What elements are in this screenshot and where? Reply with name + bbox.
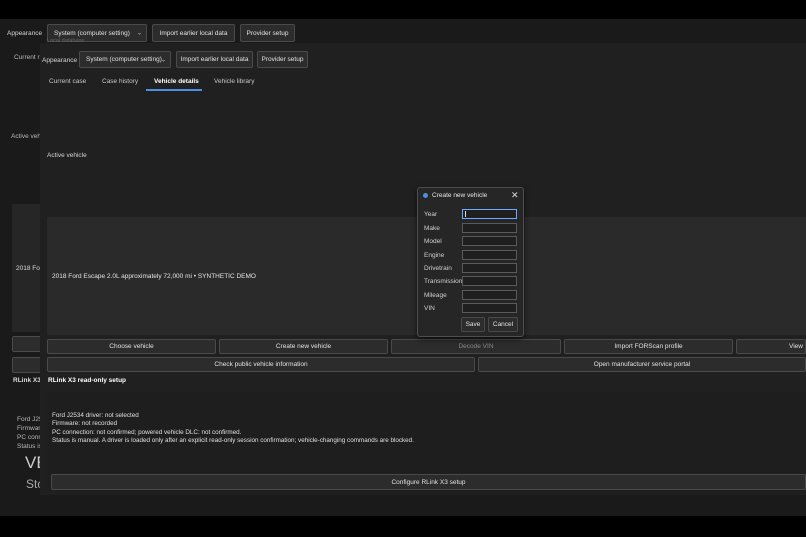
tab-current-case[interactable]: Current case (49, 78, 86, 85)
back-active-vehicle: Active vehi (11, 133, 43, 140)
save-button[interactable]: Save (461, 317, 485, 332)
field-label-transmission: Transmission (424, 278, 463, 285)
field-label-mileage: Mileage (424, 292, 447, 299)
rlink-driver-line: Ford J2534 driver: not selected (52, 412, 139, 419)
transmission-field[interactable] (462, 276, 517, 286)
tab-case-history[interactable]: Case history (102, 78, 138, 85)
year-field[interactable] (462, 209, 517, 219)
back-appearance-value: System (computer setting) (54, 29, 130, 37)
back-status-short: Status is (17, 443, 42, 450)
check-public-info-button[interactable]: Check public vehicle information (47, 357, 475, 372)
back-import-button[interactable]: Import earlier local data (152, 24, 235, 42)
choose-vehicle-button[interactable]: Choose vehicle (47, 339, 216, 354)
active-tab-indicator (146, 89, 202, 91)
provider-setup-button[interactable]: Provider setup (257, 51, 308, 68)
view-button[interactable]: View (736, 339, 806, 354)
back-ford-short: Ford J25 (17, 416, 43, 423)
back-vehicle-short: 2018 For (16, 265, 43, 272)
view-label: View (789, 343, 803, 350)
appearance-value: System (computer setting) (86, 56, 162, 63)
field-label-make: Make (424, 225, 440, 232)
back-provider-button[interactable]: Provider setup (240, 24, 295, 42)
drivetrain-field[interactable] (462, 263, 517, 273)
create-vehicle-button[interactable]: Create new vehicle (219, 339, 388, 354)
active-vehicle-label: Active vehicle (47, 152, 87, 159)
field-label-year: Year (424, 211, 438, 218)
field-label-vin: VIN (424, 305, 435, 312)
rlink-status-line: Status is manual. A driver is loaded onl… (52, 437, 414, 444)
text-cursor (465, 211, 466, 217)
cancel-button[interactable]: Cancel (488, 317, 518, 332)
dialog-title: Create new vehicle (432, 192, 488, 199)
field-label-model: Model (424, 238, 442, 245)
make-field[interactable] (462, 223, 517, 233)
field-label-engine: Engine (424, 252, 445, 259)
rlink-firmware-line: Firmware: not recorded (52, 420, 118, 427)
appearance-label: Appearance (42, 57, 78, 64)
back-firmware-short: Firmwar (17, 425, 41, 432)
open-service-portal-button[interactable]: Open manufacturer service portal (478, 357, 806, 372)
engine-field[interactable] (462, 250, 517, 260)
configure-rlink-button[interactable]: Configure RLink X3 setup (51, 474, 806, 490)
back-pc-short: PC conn (17, 434, 42, 441)
chevron-down-icon: ⌄ (136, 30, 142, 37)
back-current-label: Current r (14, 54, 40, 61)
vin-field[interactable] (462, 303, 517, 313)
import-local-data-button[interactable]: Import earlier local data (176, 51, 253, 68)
mileage-field[interactable] (462, 290, 517, 300)
field-label-drivetrain: Drivetrain (424, 265, 452, 272)
tab-vehicle-details[interactable]: Vehicle details (154, 78, 199, 85)
model-field[interactable] (462, 236, 517, 246)
close-icon[interactable]: ✕ (511, 191, 519, 200)
chevron-down-icon: ⌄ (160, 57, 166, 63)
decode-vin-button[interactable]: Decode VIN (391, 339, 561, 354)
vehicle-summary: 2018 Ford Escape 2.0L approximately 72,0… (52, 273, 256, 280)
rlink-heading: RLink X3 read-only setup (48, 377, 127, 384)
back-rlink-short: RLink X3 (13, 377, 41, 384)
appearance-select[interactable]: System (computer setting) ⌄ (79, 51, 171, 68)
back-appearance-label: Appearance (7, 30, 43, 37)
app-icon (423, 193, 428, 198)
import-forscan-button[interactable]: Import FORScan profile (564, 339, 733, 354)
rlink-connection-line: PC connection: not confirmed; powered ve… (52, 429, 242, 436)
tab-vehicle-library[interactable]: Vehicle library (214, 78, 254, 85)
